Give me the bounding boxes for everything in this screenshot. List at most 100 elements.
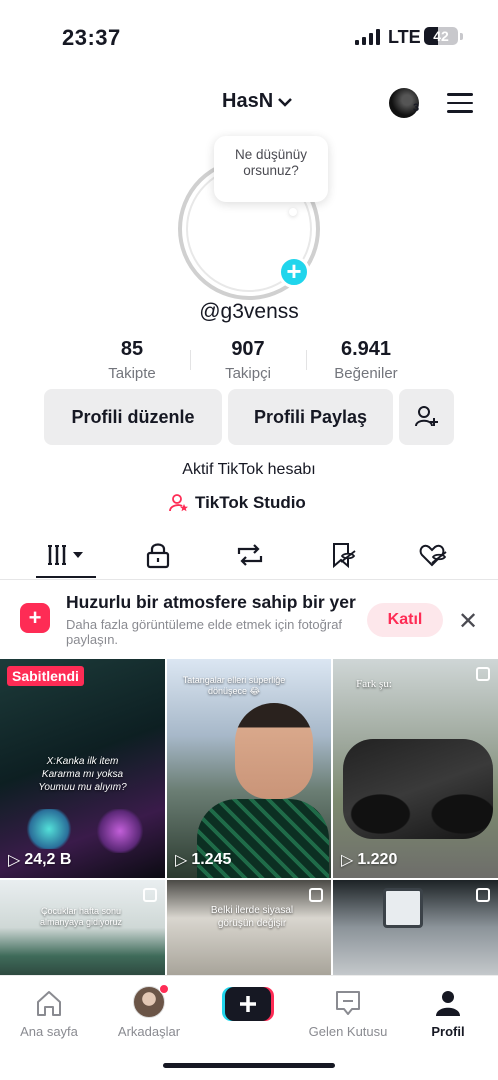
tab-videos[interactable] <box>46 540 88 570</box>
status-bar: 23:37 LTE 42 <box>0 0 498 70</box>
network-type: LTE <box>388 27 421 47</box>
grid-icon <box>48 545 83 565</box>
thought-bubble[interactable]: Ne düşünüyorsunuz? <box>214 136 328 202</box>
view-count-value: 1.220 <box>357 851 398 868</box>
multi-photo-icon <box>476 888 490 902</box>
multi-photo-icon <box>309 888 323 902</box>
add-user-icon <box>414 406 438 427</box>
play-icon: ▷ <box>8 852 21 869</box>
edit-profile-button[interactable]: Profili düzenle <box>44 389 222 445</box>
join-button[interactable]: Katıl <box>367 603 443 637</box>
nav-profile[interactable]: Profil <box>418 976 478 1039</box>
divider <box>190 350 191 370</box>
video-caption: Fark şu: <box>356 678 392 690</box>
video-caption: X:Kanka ilk item Kararma mı yoksa Youmuu… <box>38 756 127 793</box>
bubble-text: Ne düşünüyorsunuz? <box>234 147 308 178</box>
battery-percent: 42 <box>433 28 449 44</box>
home-indicator <box>163 1063 335 1068</box>
repost-icon <box>237 544 263 566</box>
tab-liked[interactable] <box>418 540 448 570</box>
share-profile-button[interactable]: Profili Paylaş <box>228 389 393 445</box>
stat-likes[interactable]: 6.941 Beğeniler <box>311 338 421 382</box>
create-plus-icon <box>222 987 274 1021</box>
tab-favorites[interactable] <box>328 540 358 570</box>
video-thumbnail[interactable]: Belki ilerde siyasal görüşün değişir <box>167 880 331 975</box>
account-switcher[interactable]: HasN <box>222 90 293 113</box>
lock-icon <box>146 543 170 569</box>
friends-avatar-icon <box>133 984 169 1018</box>
tab-reposts[interactable] <box>235 540 265 570</box>
suggestion-banner: + Huzurlu bir atmosfere sahip bir yer Da… <box>0 581 498 659</box>
video-thumbnail[interactable]: Sabitlendi X:Kanka ilk item Kararma mı y… <box>0 659 165 878</box>
video-caption: Belki ilerde siyasal görüşün değişir <box>210 905 294 929</box>
bookmark-hidden-icon <box>333 543 356 569</box>
menu-icon[interactable] <box>447 93 473 113</box>
nav-inbox[interactable]: Gelen Kutusu <box>305 976 391 1039</box>
play-icon: ▷ <box>175 852 188 869</box>
video-thumbnail[interactable] <box>333 880 498 975</box>
story-badge: 3 <box>413 102 420 114</box>
tab-private[interactable] <box>145 540 175 570</box>
video-thumbnail[interactable]: Çocuklar hafta sonu almanyaya gidiyoruz <box>0 880 165 975</box>
view-count-value: 1.245 <box>191 851 232 868</box>
signal-icon <box>355 29 380 45</box>
clock-image <box>383 888 423 928</box>
view-count: ▷ 24,2 B <box>8 850 71 870</box>
add-story-button[interactable]: + <box>278 256 310 288</box>
profile-handle: @g3venss <box>199 300 299 323</box>
view-count: ▷ 1.220 <box>341 850 397 870</box>
tiktok-studio-link[interactable]: TikTok Studio <box>169 493 306 513</box>
divider <box>306 350 307 370</box>
battery-tip <box>460 33 463 40</box>
multi-photo-icon <box>143 888 157 902</box>
nav-label: Arkadaşlar <box>117 1024 181 1039</box>
active-tab-indicator <box>36 576 96 578</box>
notification-dot <box>159 984 169 994</box>
studio-icon <box>169 494 188 512</box>
pinned-badge: Sabitlendi <box>7 666 84 686</box>
chevron-down-icon <box>278 97 293 107</box>
stat-followers[interactable]: 907 Takipçi <box>193 338 303 382</box>
nav-label: Gelen Kutusu <box>308 1024 388 1039</box>
video-thumbnail[interactable]: Fark şu: ▷ 1.220 <box>333 659 498 878</box>
stat-label: Takipte <box>108 365 156 382</box>
nav-friends[interactable]: Arkadaşlar <box>112 976 186 1039</box>
video-caption: Çocuklar hafta sonu almanyaya gidiyoruz <box>39 906 123 927</box>
video-thumbnail[interactable]: Tatangalar elleri süperliğe dönüşece 😂 ▷… <box>167 659 331 878</box>
bio-text: Aktif TikTok hesabı <box>182 461 316 478</box>
profile-icon <box>436 991 460 1016</box>
person-face <box>235 703 313 799</box>
motorcycle-image <box>343 739 493 839</box>
battery-icon: 42 <box>424 27 458 45</box>
view-count-value: 24,2 B <box>24 851 72 868</box>
multi-photo-icon <box>476 667 490 681</box>
stat-following[interactable]: 85 Takipte <box>77 338 187 382</box>
item-image <box>95 809 145 853</box>
stat-value: 6.941 <box>340 338 392 360</box>
add-friend-button[interactable] <box>399 389 454 445</box>
play-icon: ▷ <box>341 852 354 869</box>
item-image <box>24 809 74 849</box>
stat-label: Beğeniler <box>334 365 398 382</box>
banner-title: Huzurlu bir atmosfere sahip bir yer <box>66 592 356 612</box>
home-icon <box>37 991 61 1016</box>
status-time: 23:37 <box>62 25 121 50</box>
add-post-icon: + <box>20 603 50 633</box>
video-caption: Tatangalar elleri süperliğe dönüşece 😂 <box>182 675 286 696</box>
create-button[interactable] <box>222 987 274 1021</box>
view-count: ▷ 1.245 <box>175 850 231 870</box>
nav-label: Ana sayfa <box>20 1024 78 1039</box>
content-tabs <box>0 530 498 580</box>
inbox-icon <box>336 991 360 1015</box>
studio-label: TikTok Studio <box>195 493 306 512</box>
stat-label: Takipçi <box>225 365 271 382</box>
stat-value: 85 <box>120 338 144 360</box>
header-username: HasN <box>222 90 274 112</box>
nav-home[interactable]: Ana sayfa <box>14 976 84 1039</box>
close-icon[interactable]: ✕ <box>458 607 478 636</box>
heart-hidden-icon <box>419 544 447 567</box>
bubble-tail <box>289 208 297 216</box>
banner-text: Daha fazla görüntüleme elde etmek için f… <box>66 617 343 647</box>
nav-label: Profil <box>431 1024 465 1039</box>
stat-value: 907 <box>231 338 265 360</box>
